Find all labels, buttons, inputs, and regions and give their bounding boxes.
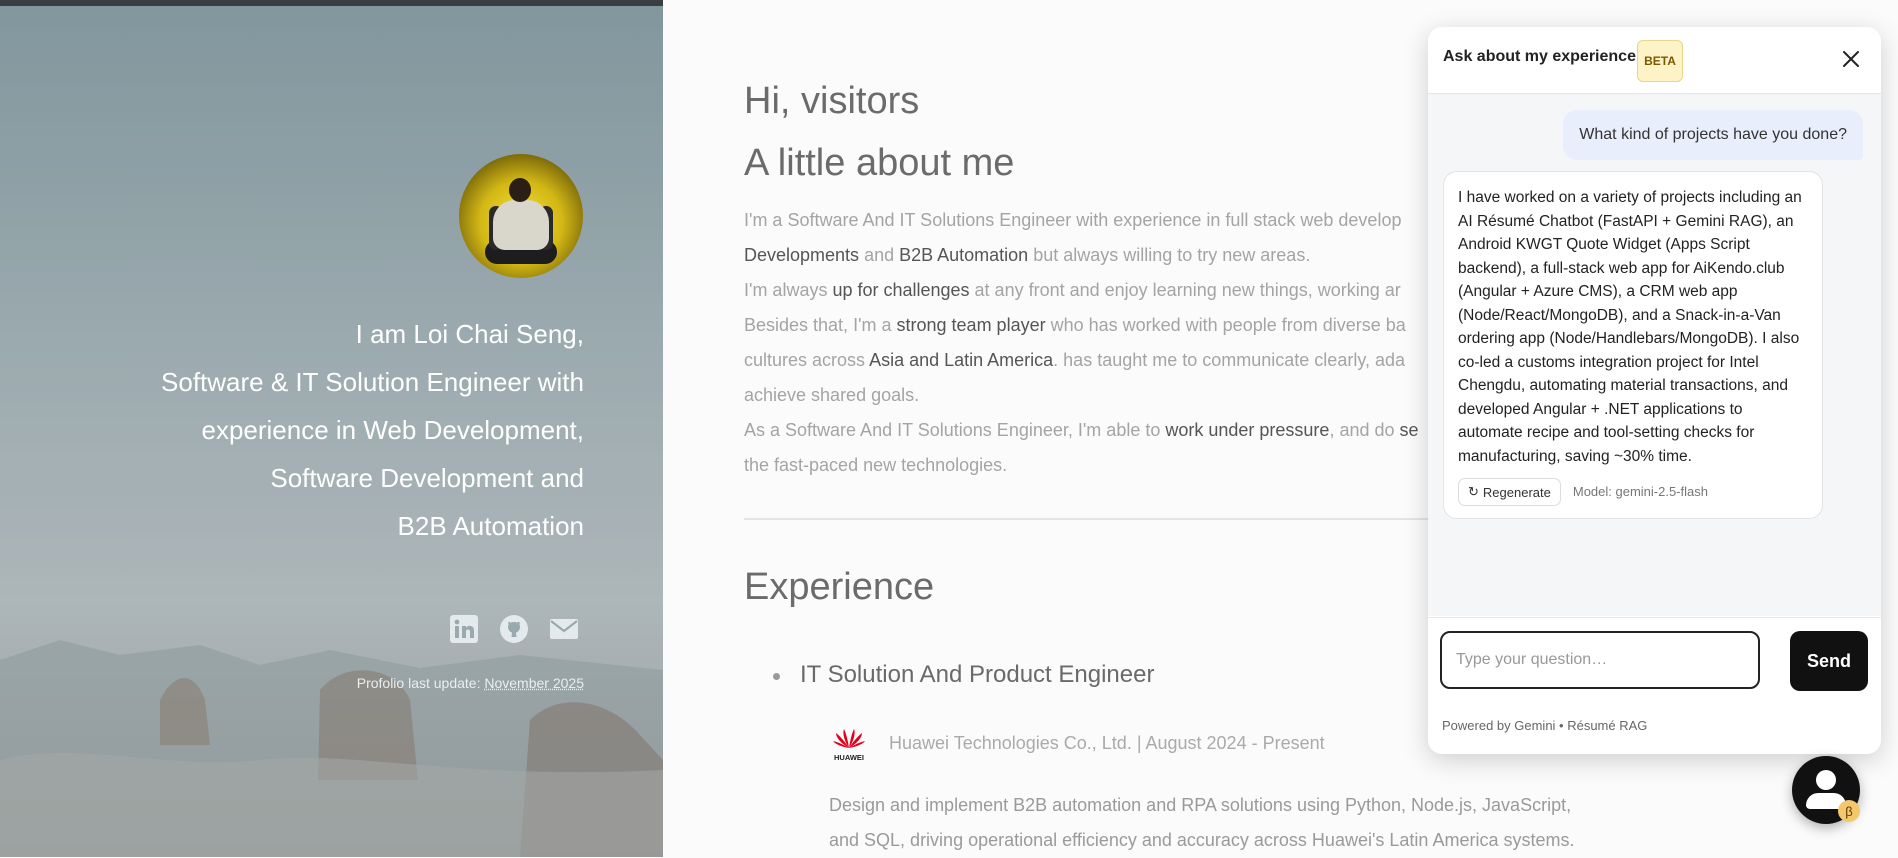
intro-line: Software & IT Solution Engineer with xyxy=(161,367,584,397)
regenerate-label: Regenerate xyxy=(1482,484,1551,500)
intro-line: I am Loi Chai Seng, xyxy=(355,319,584,349)
bot-message-text: I have worked on a variety of projects i… xyxy=(1458,189,1802,465)
user-message: What kind of projects have you done? xyxy=(1563,110,1863,160)
beta-badge: BETA xyxy=(1637,40,1683,82)
intro-text: I am Loi Chai Seng, Software & IT Soluti… xyxy=(161,310,584,550)
chat-input-area: Send Powered by Gemini • Résumé RAG xyxy=(1428,617,1881,754)
greeting-heading: Hi, visitors xyxy=(744,80,920,122)
bot-message: I have worked on a variety of projects i… xyxy=(1443,171,1823,519)
experience-heading: Experience xyxy=(744,566,935,608)
profile-avatar xyxy=(459,154,583,278)
send-button[interactable]: Send xyxy=(1790,631,1868,691)
company-line: Huawei Technologies Co., Ltd. | August 2… xyxy=(889,732,1325,753)
beta-symbol-badge: β xyxy=(1838,800,1860,822)
job-description: Design and implement B2B automation and … xyxy=(829,795,1575,850)
bot-message-actions: ↻ Regenerate Model: gemini-2.5-flash xyxy=(1458,478,1808,506)
mail-icon[interactable] xyxy=(549,614,579,644)
last-update-note: Profolio last update: November 2025 xyxy=(357,675,584,691)
github-icon[interactable] xyxy=(499,614,529,644)
about-heading: A little about me xyxy=(744,142,1015,184)
social-links xyxy=(449,614,579,644)
question-input[interactable] xyxy=(1440,631,1760,689)
last-update-label: Profolio last update: xyxy=(356,675,481,691)
linkedin-icon[interactable] xyxy=(449,614,479,644)
chat-panel: Ask about my experience BETA What kind o… xyxy=(1428,27,1881,754)
regenerate-button[interactable]: ↻ Regenerate xyxy=(1458,478,1561,506)
huawei-logo: HUAWEI xyxy=(833,729,865,762)
chat-messages: What kind of projects have you done? I h… xyxy=(1428,94,1881,616)
user-icon xyxy=(1816,770,1836,790)
powered-by-note: Powered by Gemini • Résumé RAG xyxy=(1442,718,1648,733)
job-title: IT Solution And Product Engineer xyxy=(772,661,1155,688)
refresh-icon: ↻ xyxy=(1468,484,1479,499)
about-paragraph: I'm a Software And IT Solutions Engineer… xyxy=(744,210,1419,475)
section-divider xyxy=(744,518,1444,520)
svg-text:HUAWEI: HUAWEI xyxy=(834,753,864,762)
intro-line: B2B Automation xyxy=(397,511,584,541)
chat-title: Ask about my experience xyxy=(1443,48,1636,65)
chat-header: Ask about my experience BETA xyxy=(1428,27,1881,94)
model-label: Model: gemini-2.5-flash xyxy=(1572,484,1708,500)
top-shadow-bar xyxy=(0,0,663,6)
company-row: HUAWEI Huawei Technologies Co., Ltd. | A… xyxy=(829,724,1325,762)
hero-panel: I am Loi Chai Seng, Software & IT Soluti… xyxy=(0,0,663,857)
intro-line: experience in Web Development, xyxy=(201,415,584,445)
chat-toggle-button[interactable]: β xyxy=(1792,756,1860,824)
last-update-date-link[interactable]: November 2025 xyxy=(484,675,584,691)
intro-line: Software Development and xyxy=(270,463,584,493)
close-icon[interactable] xyxy=(1835,43,1867,75)
